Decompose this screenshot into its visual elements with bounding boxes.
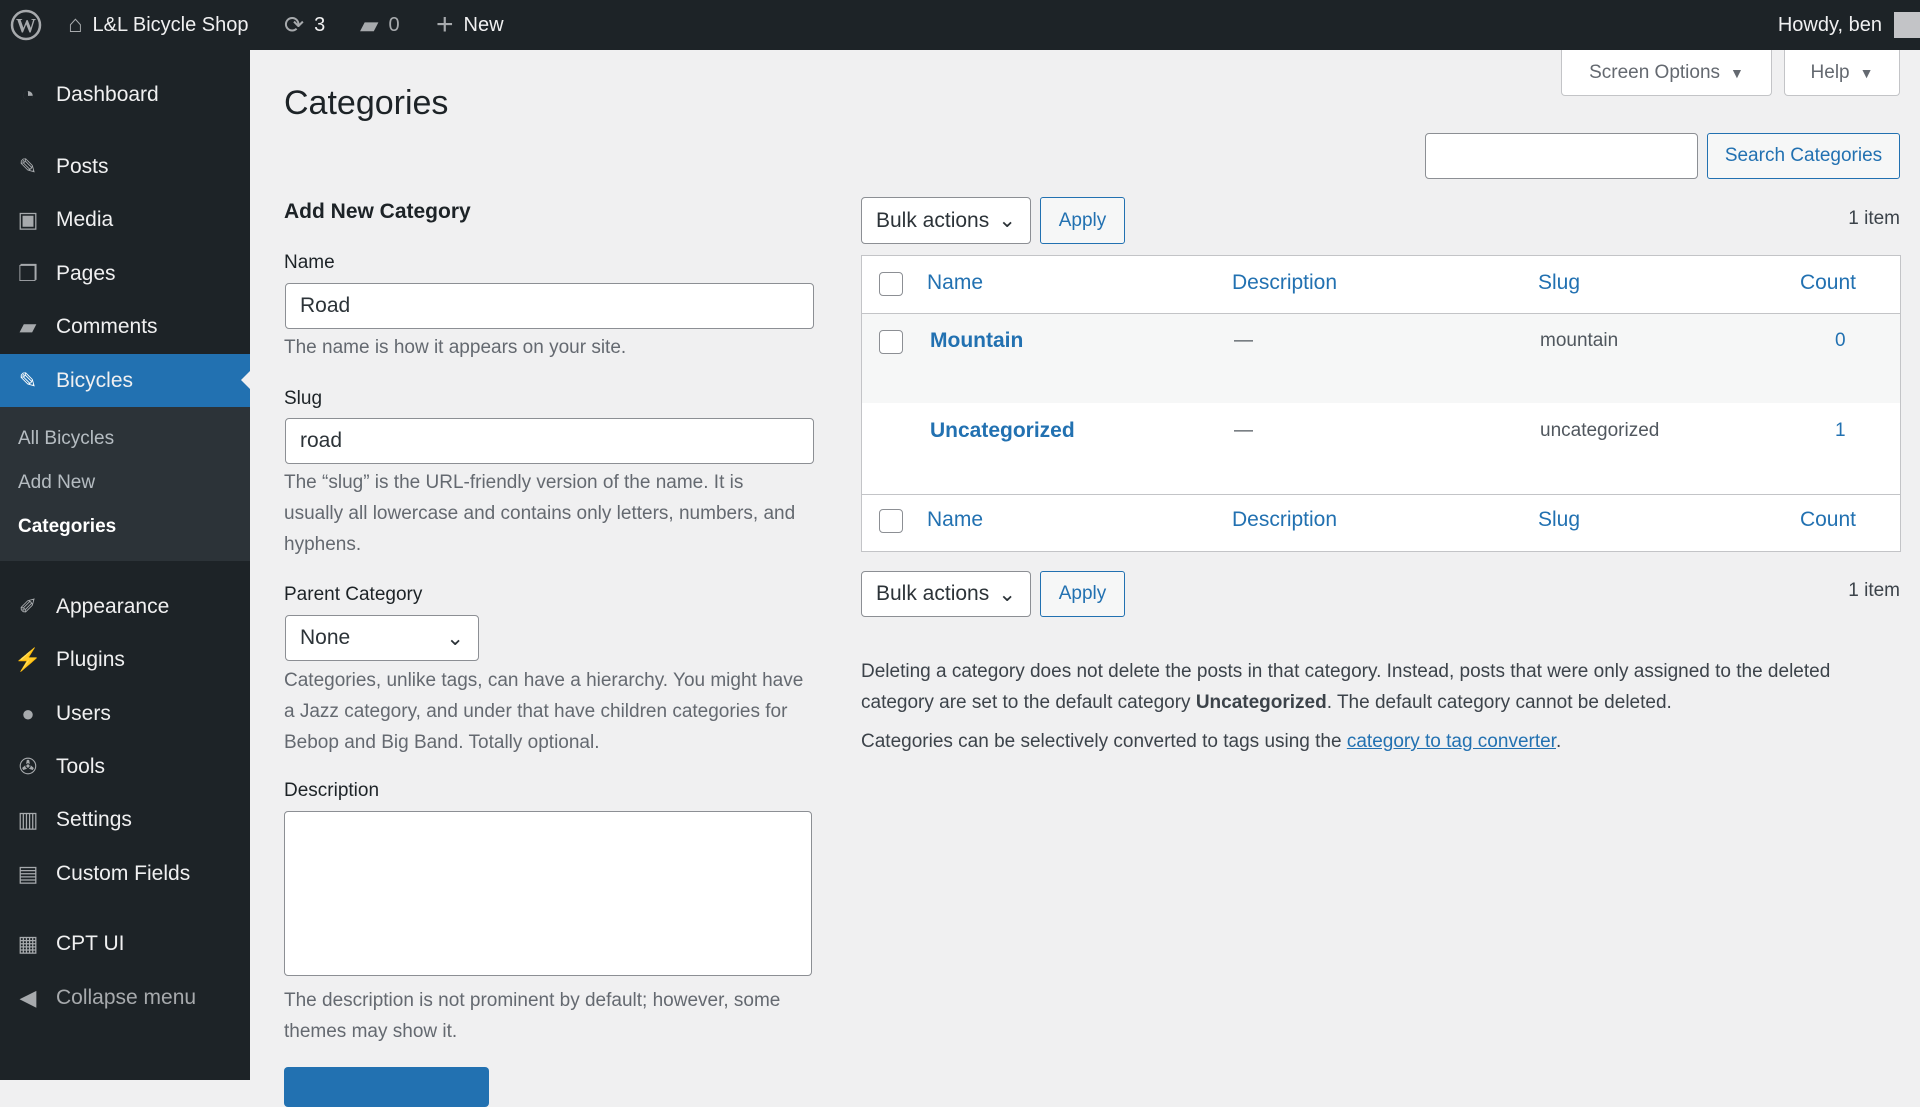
comment-icon: ▰ <box>360 11 379 39</box>
column-header-count[interactable]: Count <box>1800 271 1856 295</box>
submenu-categories[interactable]: Categories <box>18 516 116 538</box>
wrench-icon: ✇ <box>18 754 38 779</box>
submenu-add-new[interactable]: Add New <box>18 472 95 494</box>
sidebar-item-appearance[interactable]: ✐ Appearance <box>0 583 250 631</box>
apply-button-bottom[interactable]: Apply <box>1040 571 1125 617</box>
grid-icon: ▦ <box>17 931 39 956</box>
row-checkbox[interactable] <box>879 330 903 354</box>
slug-label: Slug <box>284 388 323 409</box>
column-header-slug[interactable]: Slug <box>1538 508 1580 532</box>
description-label: Description <box>284 780 380 801</box>
category-name-link[interactable]: Uncategorized <box>930 419 1075 443</box>
slug-help: The “slug” is the URL-friendly version o… <box>284 472 796 555</box>
name-input[interactable]: Road <box>285 283 814 329</box>
pages-icon: ❐ <box>18 261 38 286</box>
table-row <box>862 313 1900 403</box>
description-textarea[interactable] <box>284 811 812 976</box>
column-header-count[interactable]: Count <box>1800 508 1856 532</box>
category-count-link[interactable]: 1 <box>1835 420 1846 442</box>
category-description: — <box>1234 330 1253 351</box>
collapse-menu-button[interactable]: ◀ Collapse menu <box>0 974 250 1022</box>
updates-link[interactable]: ⟳ 3 <box>284 0 325 50</box>
caret-down-icon: ▼ <box>1859 64 1874 81</box>
sidebar-item-users[interactable]: ● Users <box>0 690 250 738</box>
parent-label: Parent Category <box>284 584 423 605</box>
home-icon: ⌂ <box>68 11 83 38</box>
admin-bar: W ⌂ L&L Bicycle Shop ⟳ 3 ▰ 0 + New Howdy, be… <box>0 0 1920 50</box>
sidebar-item-pages[interactable]: ❐ Pages <box>0 250 250 298</box>
column-header-description[interactable]: Description <box>1232 508 1337 532</box>
screen-options-button[interactable]: Screen Options ▼ <box>1561 50 1772 96</box>
sidebar-item-tools[interactable]: ✇ Tools <box>0 743 250 791</box>
categories-table <box>861 255 1901 552</box>
media-icon: ▣ <box>17 207 39 232</box>
help-button[interactable]: Help ▼ <box>1784 50 1900 96</box>
parent-help: Categories, unlike tags, can have a hier… <box>284 670 804 753</box>
item-count-top: 1 item <box>1848 208 1900 229</box>
category-slug: mountain <box>1540 330 1619 351</box>
user-icon: ● <box>21 701 35 726</box>
sidebar-item-plugins[interactable]: ⚡ Plugins <box>0 636 250 684</box>
sidebar-item-posts[interactable]: ✎ Posts <box>0 143 250 191</box>
pin-icon: ✎ <box>18 154 38 179</box>
apply-button-top[interactable]: Apply <box>1040 197 1125 244</box>
comment-icon: ▰ <box>19 314 37 339</box>
category-description: — <box>1234 420 1253 441</box>
sidebar-item-custom-fields[interactable]: ▤ Custom Fields <box>0 850 250 898</box>
sidebar-item-cpt-ui[interactable]: ▦ CPT UI <box>0 920 250 968</box>
column-header-name[interactable]: Name <box>927 271 983 295</box>
search-input[interactable] <box>1425 133 1698 179</box>
bulk-actions-select-top[interactable]: Bulk actions ⌄ <box>861 197 1031 244</box>
search-categories-button[interactable]: Search Categories <box>1707 133 1900 179</box>
table-icon: ▤ <box>17 861 39 886</box>
comments-link[interactable]: ▰ 0 <box>360 0 400 50</box>
account-menu[interactable]: Howdy, ben <box>1778 0 1920 50</box>
svg-text:W: W <box>16 15 36 37</box>
chevron-down-icon: ⌄ <box>998 582 1016 606</box>
plus-icon: + <box>436 8 454 41</box>
category-slug: uncategorized <box>1540 420 1660 441</box>
converter-note: Categories can be selectively converted … <box>861 731 1562 752</box>
category-converter-link[interactable]: category to tag converter <box>1347 731 1556 752</box>
caret-down-icon: ▼ <box>1730 64 1744 81</box>
brush-icon: ✐ <box>18 594 38 619</box>
add-new-category-button[interactable] <box>284 1067 489 1107</box>
column-header-description[interactable]: Description <box>1232 271 1337 295</box>
bicycles-submenu: All Bicycles Add New Categories <box>0 407 250 561</box>
column-header-slug[interactable]: Slug <box>1538 271 1580 295</box>
parent-category-select[interactable]: None ⌄ <box>285 615 479 661</box>
new-content-link[interactable]: + New <box>436 0 504 50</box>
sidebar-item-media[interactable]: ▣ Media <box>0 196 250 244</box>
collapse-icon: ◀ <box>19 985 37 1010</box>
plug-icon: ⚡ <box>14 647 42 672</box>
wordpress-logo-icon[interactable]: W <box>10 0 42 50</box>
sidebar-item-settings[interactable]: ▥ Settings <box>0 796 250 844</box>
submenu-all-bicycles[interactable]: All Bicycles <box>18 428 114 450</box>
slug-input[interactable]: road <box>285 418 814 464</box>
name-label: Name <box>284 252 335 273</box>
page-title: Categories <box>284 84 449 122</box>
form-heading: Add New Category <box>284 200 471 223</box>
dashboard-icon: ◔ <box>21 82 35 107</box>
select-all-checkbox[interactable] <box>879 272 903 296</box>
name-help: The name is how it appears on your site. <box>284 337 627 358</box>
sidebar-item-comments[interactable]: ▰ Comments <box>0 303 250 351</box>
chevron-down-icon: ⌄ <box>446 626 464 650</box>
item-count-bottom: 1 item <box>1848 580 1900 601</box>
updates-icon: ⟳ <box>284 11 305 39</box>
select-all-checkbox[interactable] <box>879 509 903 533</box>
settings-icon: ▥ <box>17 807 39 832</box>
sidebar-item-dashboard[interactable]: ◔ Dashboard <box>0 71 250 119</box>
site-name-link[interactable]: ⌂ L&L Bicycle Shop <box>68 0 249 50</box>
category-name-link[interactable]: Mountain <box>930 329 1023 353</box>
delete-note: Deleting a category does not delete the … <box>861 661 1831 713</box>
pin-icon: ✎ <box>18 367 38 393</box>
chevron-down-icon: ⌄ <box>998 209 1016 232</box>
avatar <box>1894 12 1920 38</box>
column-header-name[interactable]: Name <box>927 508 983 532</box>
category-count-link[interactable]: 0 <box>1835 330 1846 352</box>
description-help: The description is not prominent by defa… <box>284 990 781 1042</box>
sidebar-item-bicycles[interactable]: ✎ Bicycles <box>0 354 250 407</box>
bulk-actions-select-bottom[interactable]: Bulk actions ⌄ <box>861 571 1031 617</box>
